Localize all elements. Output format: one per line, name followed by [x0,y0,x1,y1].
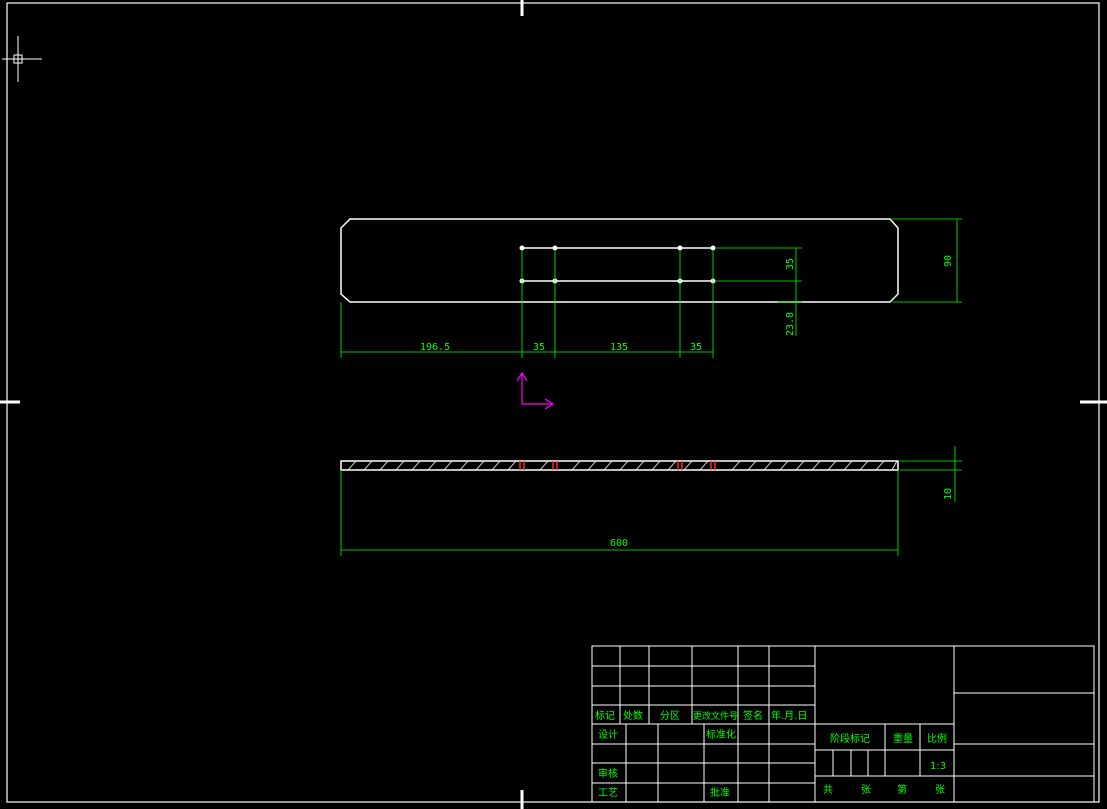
tb-stage-mark: 阶段标记 [830,732,870,745]
title-block-labels: 标记 处数 分区 更改文件号 签名 年.月.日 设计 标准化 阶段标记 重量 比… [595,709,947,799]
tb-standardize: 标准化 [706,728,736,741]
hatch-line [875,460,885,471]
dim-thickness: 10 [943,488,954,500]
plate-side-view[interactable] [340,460,899,471]
ucs-axis-icon [516,371,555,410]
holes [519,245,716,284]
tb-count: 处数 [623,709,643,722]
hatch-line [747,460,757,471]
tb-weight: 重量 [893,732,913,745]
hatch-line [587,460,597,471]
hatch-line [779,460,789,471]
tb-total: 共 [823,784,833,796]
hole-sections [519,461,716,470]
tb-page: 第 [897,783,907,796]
hatch-line [363,460,373,471]
tb-sheets: 张 [861,784,871,796]
dim-196-5: 196.5 [420,342,450,353]
hatch-line [827,460,837,471]
tb-approve: 批准 [710,786,730,799]
hatch-line [763,460,773,471]
hatch-line [731,460,741,471]
tb-date: 年.月.日 [771,709,807,722]
hatch-line [539,460,549,471]
hatch-line [379,460,389,471]
hatch-line [795,460,805,471]
hatch-line [859,460,869,471]
dimension-lines-top [340,218,962,358]
plate-top-view[interactable] [340,218,899,303]
dim-length: 600 [610,538,628,549]
hatch-line [475,460,485,471]
tb-design: 设计 [598,728,618,741]
drawing-border [6,2,1100,803]
center-marks [0,0,1107,809]
hatch-line [843,460,853,471]
hatch-line [491,460,501,471]
dim-width: 90 [943,255,954,267]
hatch-line [395,460,405,471]
slot-lines [522,247,713,282]
hatch-line [699,460,709,471]
hatch-line [811,460,821,471]
hatch-line [571,460,581,471]
tb-scale-value: 1:3 [930,761,946,772]
hatch-line [683,460,693,471]
tb-review: 审核 [598,767,618,780]
hatch-line [619,460,629,471]
cad-drawing-canvas[interactable]: 196.5 35 135 35 35 23.8 90 600 10 标记 处数 … [0,0,1107,809]
dim-135: 135 [610,342,628,353]
hatch-line [635,460,645,471]
tb-sheet2: 张 [935,784,945,796]
tb-mark: 标记 [595,710,615,722]
hatch-line [603,460,613,471]
dim-hole-spacing: 35 [785,258,796,270]
hatch-line [651,460,661,471]
dim-35-b: 35 [690,342,702,353]
title-block [591,645,1095,803]
hatch-line [459,460,469,471]
dim-edge-offset: 23.8 [785,312,796,336]
hatch-line [507,460,517,471]
hatch-line [427,460,437,471]
tb-scale: 比例 [927,732,947,745]
hatch-line [443,460,453,471]
dim-35-a: 35 [533,342,545,353]
hatch-line [411,460,421,471]
tb-sign: 签名 [743,709,763,722]
tb-zone: 分区 [660,710,680,722]
section-hatch [347,460,898,471]
tb-change-doc: 更改文件号 [693,710,738,722]
hatch-line [347,460,357,471]
tb-process: 工艺 [598,787,618,799]
crosshair-cursor-icon [2,36,42,82]
hatch-line [667,460,677,471]
hatch-line [891,460,898,471]
